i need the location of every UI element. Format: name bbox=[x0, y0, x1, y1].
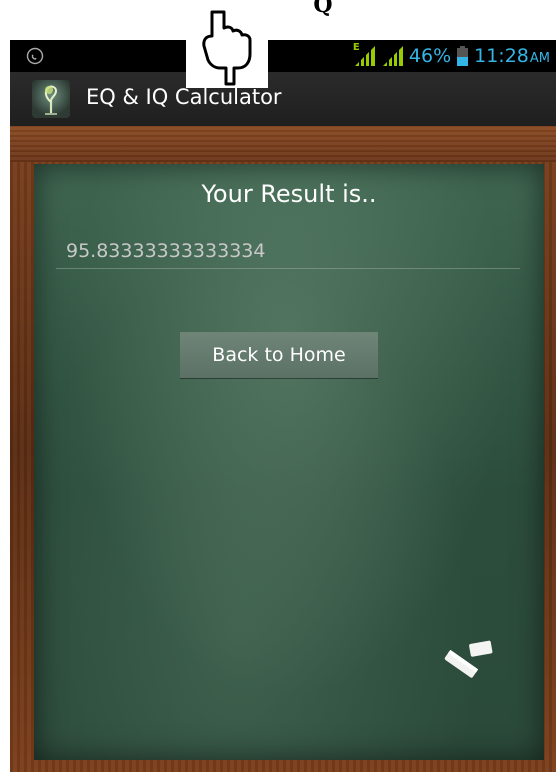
status-right: E 46% 11:28AM bbox=[353, 42, 550, 68]
call-icon bbox=[26, 47, 44, 65]
status-bar: E 46% 11:28AM bbox=[10, 40, 556, 72]
screenshot: Q E 46% 11:28AM EQ & IQ Calculator Your … bbox=[0, 0, 556, 772]
clock-ampm: AM bbox=[529, 51, 550, 66]
clock: 11:28AM bbox=[474, 45, 550, 67]
phone-screen: E 46% 11:28AM EQ & IQ Calculator Your Re… bbox=[10, 40, 556, 772]
result-heading: Your Result is.. bbox=[201, 180, 377, 208]
page-title: Q bbox=[0, 0, 556, 40]
clock-time: 11:28 bbox=[474, 45, 529, 67]
chalkboard-frame: Your Result is.. 95.83333333333334 Back … bbox=[10, 126, 556, 772]
action-bar: EQ & IQ Calculator bbox=[10, 72, 556, 127]
signal-strength-icon bbox=[381, 46, 403, 66]
app-title: EQ & IQ Calculator bbox=[86, 85, 282, 109]
battery-percent: 46% bbox=[408, 45, 452, 67]
chalk-icon bbox=[444, 640, 493, 678]
frame-top-edge bbox=[10, 126, 556, 162]
back-to-home-button[interactable]: Back to Home bbox=[180, 332, 378, 378]
chalkboard: Your Result is.. 95.83333333333334 Back … bbox=[34, 164, 544, 760]
tree-icon[interactable] bbox=[32, 80, 70, 118]
network-type: E bbox=[352, 42, 360, 53]
signal-icon: E bbox=[353, 42, 375, 66]
result-field[interactable]: 95.83333333333334 bbox=[56, 234, 520, 269]
pointing-hand-icon bbox=[186, 6, 268, 88]
page-title-text: Q bbox=[313, 0, 333, 18]
result-value: 95.83333333333334 bbox=[66, 240, 266, 262]
battery-icon bbox=[457, 46, 469, 66]
